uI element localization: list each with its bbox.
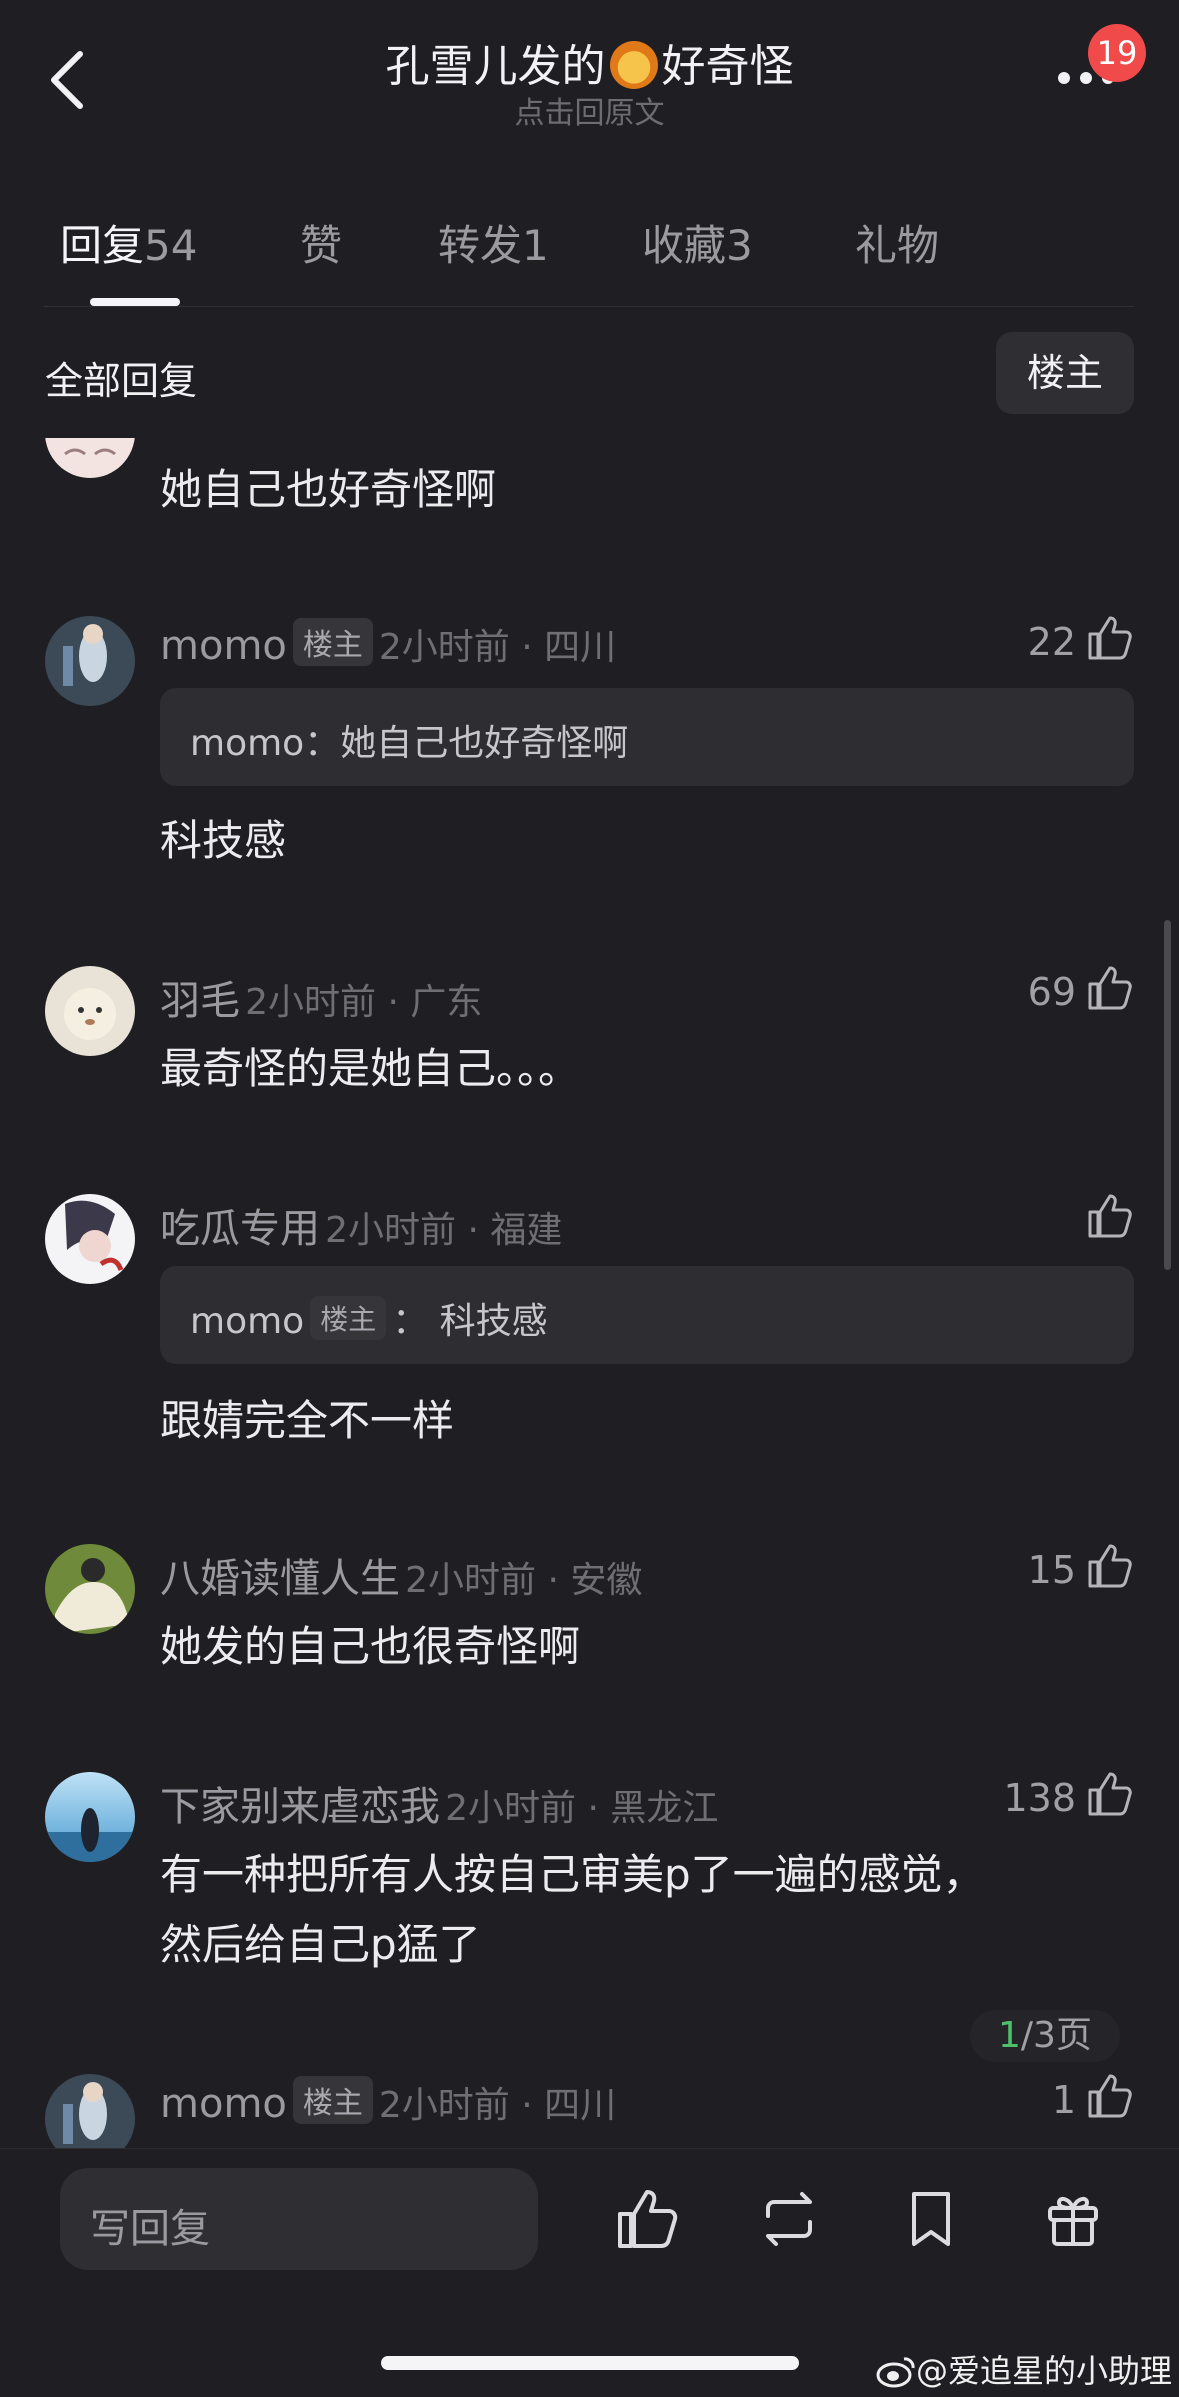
tab-label: 回复: [60, 221, 145, 270]
home-indicator[interactable]: [381, 2356, 799, 2370]
reply-input[interactable]: 写回复: [60, 2168, 538, 2270]
avatar[interactable]: [45, 1772, 135, 1862]
avatar[interactable]: [45, 1194, 135, 1284]
all-replies-label: 全部回复: [45, 359, 198, 403]
comment-header: momo 楼主 2小时前 · 四川: [160, 2076, 616, 2128]
divider: [44, 306, 1134, 307]
watermark: @爱追星的小助理: [876, 2346, 1172, 2392]
quote-text: momo 楼主： 科技感: [190, 1292, 548, 1344]
comment-header: momo 楼主 2小时前 · 四川: [160, 618, 616, 670]
comment-body: 科技感: [160, 816, 287, 865]
tab-replies[interactable]: 回复54: [60, 212, 197, 273]
title-text-post: 好奇怪: [661, 41, 794, 92]
tab-likes[interactable]: 赞: [300, 212, 342, 273]
quote-username: momo: [190, 1301, 305, 1342]
comment-body-line: 然后给自己p猛了: [160, 1920, 481, 1969]
scrollbar[interactable]: [1164, 920, 1171, 1270]
username[interactable]: 吃瓜专用: [160, 1206, 320, 1252]
avatar[interactable]: [45, 616, 135, 706]
lion-emoji-icon: [609, 41, 658, 89]
comment-body: 她发的自己也很奇怪啊: [160, 1622, 581, 1671]
avatar[interactable]: [45, 1544, 135, 1634]
tab-active-indicator: [90, 298, 180, 306]
tab-label: 收藏: [642, 221, 727, 270]
back-to-original-link[interactable]: 点击回原文: [0, 88, 1179, 132]
comment-body: 她自己也好奇怪啊: [160, 465, 497, 514]
comment-body: 跟婧完全不一样: [160, 1396, 455, 1445]
like-count: 22: [1027, 620, 1076, 664]
thumbs-up-icon[interactable]: [1086, 1770, 1134, 1818]
comment-header: 吃瓜专用 2小时前 · 福建: [160, 1196, 562, 1254]
notification-badge[interactable]: 19: [1088, 24, 1146, 82]
tab-label: 礼物: [855, 221, 940, 270]
quoted-reply[interactable]: momo：她自己也好奇怪啊: [160, 688, 1134, 786]
like-count: 138: [1003, 1776, 1076, 1820]
comment-header: 下家别来虐恋我 2小时前 · 黑龙江: [160, 1774, 718, 1832]
reply-placeholder: 写回复: [90, 2206, 210, 2252]
thumbs-up-icon[interactable]: [1086, 1192, 1134, 1240]
like-count: 15: [1027, 1548, 1076, 1592]
comment-meta: 2小时前 · 四川: [378, 627, 617, 668]
op-tag: 楼主: [292, 2076, 373, 2124]
like-count: 69: [1027, 970, 1076, 1014]
title-text-pre: 孔雪儿发的: [385, 41, 606, 92]
comment-body: 有一种把所有人按自己审美p了一遍的感觉， 然后给自己p猛了: [160, 1840, 985, 1980]
thumbs-up-icon[interactable]: [1086, 964, 1134, 1012]
thumbs-up-icon[interactable]: [1086, 2072, 1134, 2120]
tab-favorites[interactable]: 收藏3: [642, 212, 753, 273]
thumbs-up-icon[interactable]: [1086, 614, 1134, 662]
thumbs-up-icon[interactable]: [1086, 1542, 1134, 1590]
watermark-text: @爱追星的小助理: [916, 2352, 1173, 2390]
total-pages: /3页: [1020, 2015, 1092, 2056]
username[interactable]: momo: [160, 623, 287, 669]
page-indicator[interactable]: 1/3页: [970, 2010, 1120, 2062]
comment-body-line: 有一种把所有人按自己审美p了一遍的感觉，: [160, 1850, 985, 1899]
like-count: 1: [1051, 2078, 1076, 2122]
comment-meta: 2小时前 · 黑龙江: [445, 1788, 719, 1829]
op-tag: 楼主: [292, 618, 373, 666]
tab-label: 赞: [300, 221, 343, 270]
quote-text: momo：她自己也好奇怪啊: [190, 723, 629, 764]
tab-count: 54: [144, 221, 198, 270]
comment-meta: 2小时前 · 安徽: [405, 1560, 643, 1601]
op-tag: 楼主: [310, 1296, 387, 1340]
comment-meta: 2小时前 · 福建: [325, 1210, 563, 1251]
repost-button-icon[interactable]: [756, 2186, 822, 2252]
gift-button-icon[interactable]: [1040, 2186, 1106, 2252]
tab-count: 1: [522, 221, 549, 270]
username[interactable]: 八婚读懂人生: [160, 1556, 400, 1602]
comment-header: 八婚读懂人生 2小时前 · 安徽: [160, 1546, 642, 1604]
avatar[interactable]: [45, 966, 135, 1056]
tab-label: 转发: [438, 221, 523, 270]
tab-gifts[interactable]: 礼物: [855, 212, 939, 273]
tab-count: 3: [726, 221, 753, 270]
like-button-icon[interactable]: [614, 2186, 680, 2252]
bookmark-button-icon[interactable]: [898, 2186, 964, 2252]
username[interactable]: momo: [160, 2081, 287, 2127]
quoted-reply[interactable]: momo 楼主： 科技感: [160, 1266, 1134, 1364]
username[interactable]: 羽毛: [160, 978, 240, 1024]
username[interactable]: 下家别来虐恋我: [160, 1784, 440, 1830]
comment-header: 羽毛 2小时前 · 广东: [160, 968, 482, 1026]
page-title: 孔雪儿发的 好奇怪: [0, 30, 1179, 94]
weibo-logo-icon: [876, 2357, 915, 2388]
current-page: 1: [998, 2015, 1021, 2056]
comment-meta: 2小时前 · 广东: [245, 982, 483, 1023]
op-only-filter-button[interactable]: 楼主: [996, 332, 1134, 414]
comment-meta: 2小时前 · 四川: [378, 2085, 617, 2126]
tab-reposts[interactable]: 转发1: [438, 212, 549, 273]
quote-content: ： 科技感: [392, 1301, 548, 1342]
comment-body: 最奇怪的是她自己。。。: [160, 1044, 581, 1093]
